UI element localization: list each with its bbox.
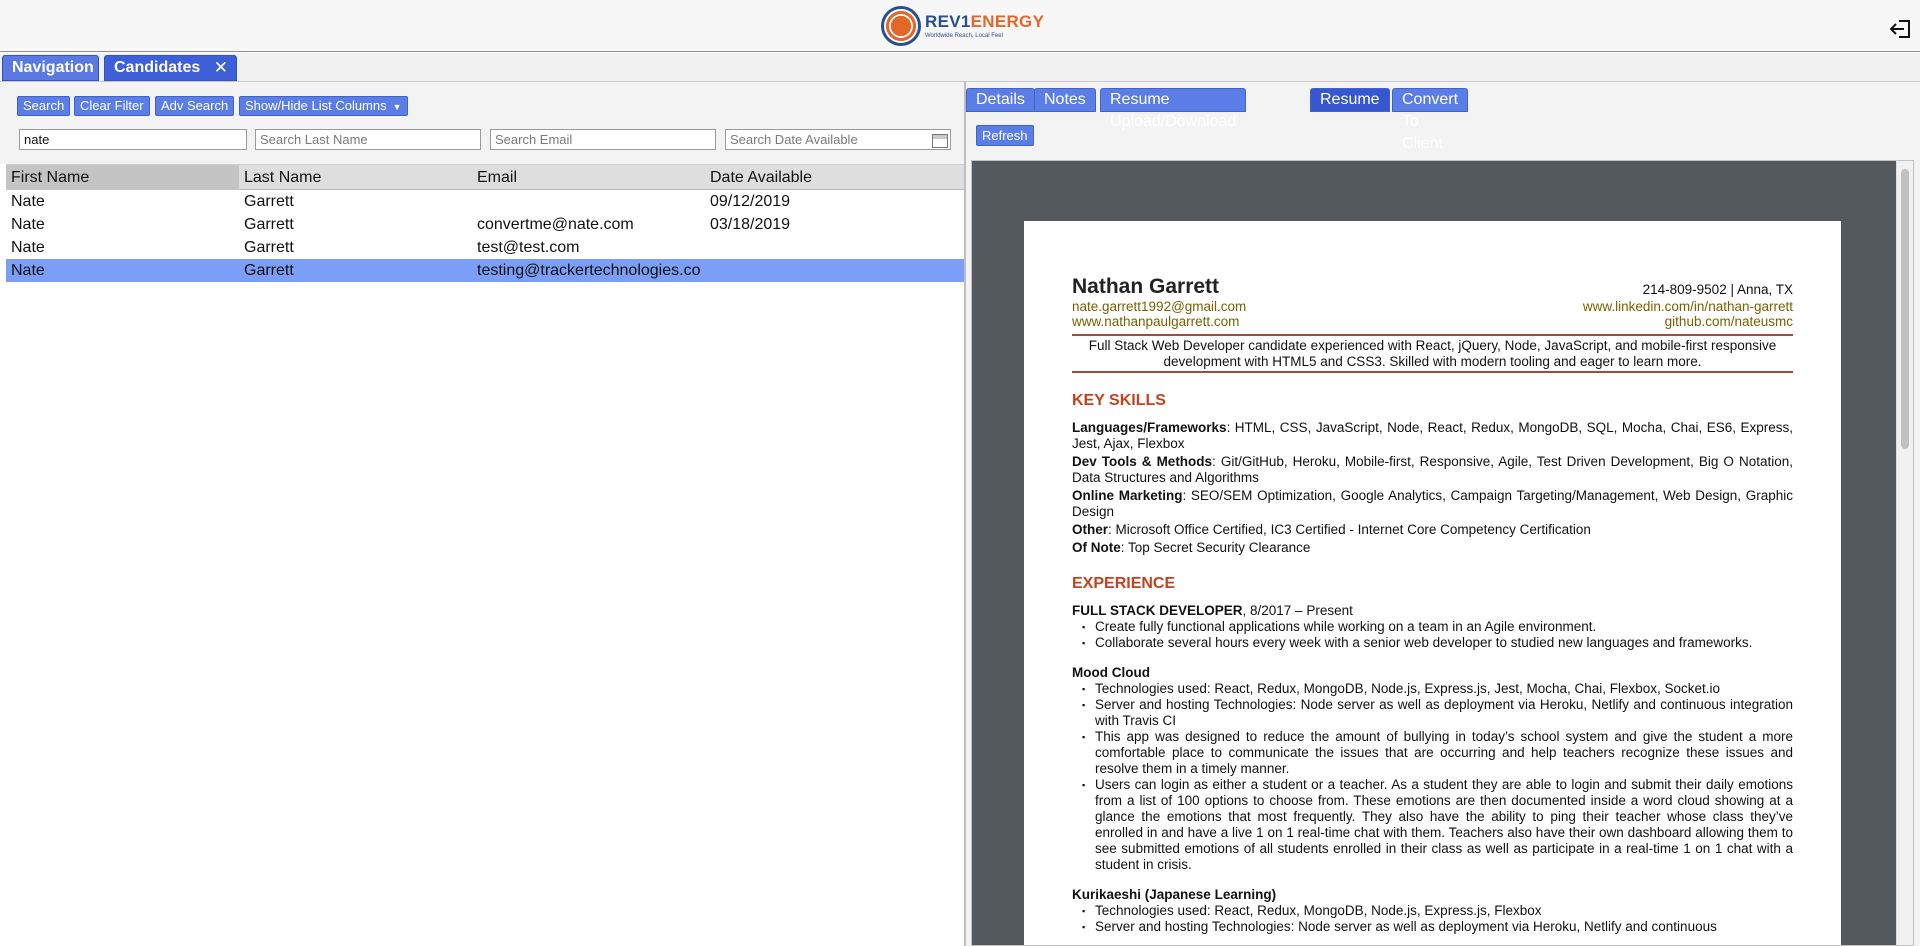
project-title: Kurikaeshi (Japanese Learning) — [1072, 887, 1277, 902]
globe-logo-icon — [881, 6, 921, 46]
resume-name: Nathan Garrett — [1072, 275, 1220, 298]
table-row[interactable]: Nate Garrett convertme@nate.com 03/18/20… — [6, 213, 964, 236]
column-header-email[interactable]: Email — [472, 165, 705, 190]
cell-date-available: 09/12/2019 — [710, 193, 791, 210]
resume-github-link[interactable]: github.com/nateusmc — [1665, 314, 1793, 329]
cell-last-name: Garrett — [244, 262, 294, 279]
resume-website-link[interactable]: www.nathanpaulgarrett.com — [1072, 314, 1239, 329]
tab-details[interactable]: Details — [966, 88, 1035, 112]
cell-last-name: Garrett — [244, 239, 294, 256]
list-item: This app was designed to reduce the amou… — [1072, 729, 1793, 777]
tab-resume-upload-download[interactable]: Resume Upload/Download — [1100, 88, 1247, 130]
clear-filter-button[interactable]: Clear Filter — [74, 96, 150, 116]
main-tab-strip: Navigation Candidates ✕ — [0, 53, 1920, 82]
grid-header: First Name Last Name Email Date Availabl… — [6, 164, 964, 190]
tab-resume[interactable]: Resume — [1310, 88, 1390, 112]
company-logo: REV1ENERGY Worldwide Reach, Local Feel — [881, 6, 1044, 46]
list-item: Server and hosting Technologies: Node se… — [1072, 919, 1793, 935]
date-available-filter-input[interactable] — [725, 129, 951, 150]
list-item: Technologies used: React, Redux, MongoDB… — [1072, 681, 1793, 697]
cell-first-name: Nate — [11, 193, 45, 210]
list-item: Server and hosting Technologies: Node se… — [1072, 697, 1793, 729]
calendar-icon[interactable] — [932, 134, 948, 148]
resume-linkedin-link[interactable]: www.linkedin.com/in/nathan-garrett — [1583, 299, 1793, 314]
cell-email: testing@trackertechnologies.co — [477, 262, 701, 279]
email-filter-input[interactable] — [490, 129, 716, 150]
show-hide-columns-button[interactable]: Show/Hide List Columns ▼ — [239, 96, 408, 116]
key-skills-heading: KEY SKILLS — [1072, 392, 1166, 409]
candidate-detail-pane: Details Notes Resume Upload/Download Res… — [966, 82, 1920, 946]
tab-candidates[interactable]: Candidates ✕ — [104, 55, 237, 81]
resume-viewer: Nathan Garrett nate.garrett1992@gmail.co… — [971, 160, 1914, 946]
logout-icon[interactable] — [1890, 19, 1912, 39]
search-button[interactable]: Search — [17, 96, 71, 116]
resume-summary: Full Stack Web Developer candidate exper… — [1072, 334, 1793, 373]
tab-convert-to-client[interactable]: Convert To Client — [1392, 88, 1469, 152]
skill-line: Languages/Frameworks: HTML, CSS, JavaScr… — [1072, 420, 1793, 451]
table-row[interactable]: Nate Garrett 09/12/2019 — [6, 190, 964, 213]
refresh-button[interactable]: Refresh — [976, 125, 1034, 146]
skill-line: Of Note: Top Secret Security Clearance — [1072, 540, 1311, 555]
last-name-filter-input[interactable] — [255, 129, 481, 150]
list-toolbar: Search Clear Filter Adv Search Show/Hide… — [0, 82, 964, 122]
scrollbar-thumb[interactable] — [1901, 169, 1909, 449]
job-title-line: FULL STACK DEVELOPER, 8/2017 – Present — [1072, 603, 1353, 618]
viewer-scrollbar[interactable] — [1896, 161, 1913, 945]
cell-first-name: Nate — [11, 216, 45, 233]
resume-phone-location: 214-809-9502 | Anna, TX — [1642, 282, 1793, 297]
list-item: Create fully functional applications whi… — [1072, 619, 1793, 635]
list-item: Users can login as either a student or a… — [1072, 777, 1793, 873]
close-tab-icon[interactable]: ✕ — [214, 56, 228, 80]
caret-down-icon: ▼ — [392, 101, 402, 112]
resume-document: Nathan Garrett nate.garrett1992@gmail.co… — [1024, 221, 1841, 945]
tab-navigation[interactable]: Navigation — [2, 55, 99, 81]
resume-header: Nathan Garrett nate.garrett1992@gmail.co… — [1072, 275, 1793, 329]
cell-last-name: Garrett — [244, 193, 294, 210]
cell-email: test@test.com — [477, 239, 580, 256]
cell-last-name: Garrett — [244, 216, 294, 233]
cell-date-available: 03/18/2019 — [710, 216, 791, 233]
project-bullets: Technologies used: React, Redux, MongoDB… — [1072, 903, 1793, 935]
column-header-date-available[interactable]: Date Available — [705, 165, 938, 190]
skill-line: Other: Microsoft Office Certified, IC3 C… — [1072, 522, 1591, 537]
list-item: Collaborate several hours every week wit… — [1072, 635, 1793, 651]
logo-wordmark: REV1ENERGY — [925, 12, 1045, 31]
skill-line: Online Marketing: SEO/SEM Optimization, … — [1072, 488, 1793, 519]
candidates-grid: First Name Last Name Email Date Availabl… — [6, 164, 964, 282]
list-item: Technologies used: React, Redux, MongoDB… — [1072, 903, 1793, 919]
cell-first-name: Nate — [11, 262, 45, 279]
experience-heading: EXPERIENCE — [1072, 575, 1176, 592]
column-header-first-name[interactable]: First Name — [6, 165, 239, 190]
resume-email-link[interactable]: nate.garrett1992@gmail.com — [1072, 299, 1246, 314]
job-bullets: Create fully functional applications whi… — [1072, 619, 1793, 651]
tab-notes[interactable]: Notes — [1034, 88, 1096, 112]
cell-email: convertme@nate.com — [477, 216, 634, 233]
project-bullets: Technologies used: React, Redux, MongoDB… — [1072, 681, 1793, 873]
column-header-last-name[interactable]: Last Name — [239, 165, 472, 190]
cell-first-name: Nate — [11, 239, 45, 256]
project-title: Mood Cloud — [1072, 665, 1150, 680]
adv-search-button[interactable]: Adv Search — [155, 96, 235, 116]
logo-tagline: Worldwide Reach, Local Feel — [925, 33, 1003, 39]
candidates-list-pane: Search Clear Filter Adv Search Show/Hide… — [0, 82, 964, 946]
app-header: REV1ENERGY Worldwide Reach, Local Feel — [0, 0, 1920, 52]
table-row-selected[interactable]: Nate Garrett testing@trackertechnologies… — [6, 259, 964, 282]
first-name-filter-input[interactable] — [19, 129, 247, 150]
skill-line: Dev Tools & Methods: Git/GitHub, Heroku,… — [1072, 454, 1793, 485]
table-row[interactable]: Nate Garrett test@test.com — [6, 236, 964, 259]
filter-row — [0, 122, 964, 164]
